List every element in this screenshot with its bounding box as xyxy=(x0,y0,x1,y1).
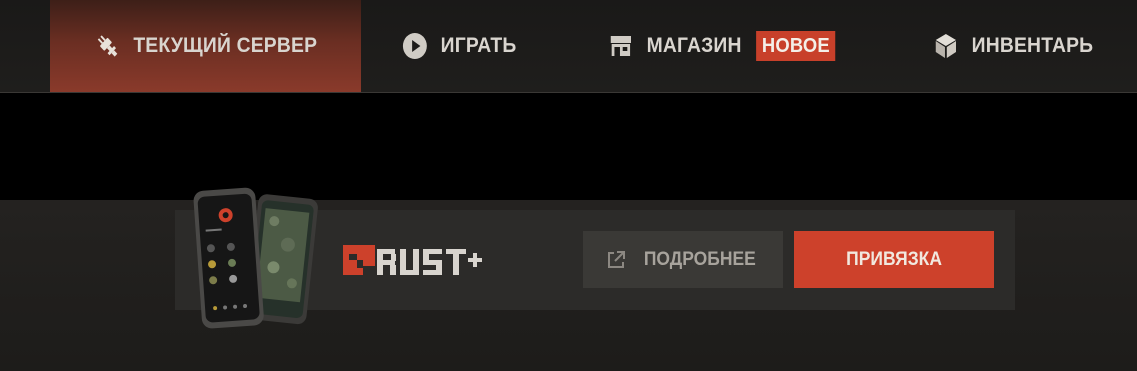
tab-inventory[interactable]: ИНВЕНТАРЬ xyxy=(933,0,1093,92)
content-banner-area xyxy=(0,93,1137,200)
store-icon xyxy=(608,32,634,60)
tab-play[interactable]: ИГРАТЬ xyxy=(402,0,516,92)
more-info-label: ПОДРОБНЕЕ xyxy=(644,248,756,270)
link-account-button[interactable]: ПРИВЯЗКА xyxy=(794,231,994,288)
tab-label: ТЕКУЩИЙ СЕРВЕР xyxy=(132,34,317,57)
rust-plus-logo xyxy=(343,244,498,280)
tab-label: МАГАЗИН xyxy=(646,34,742,57)
new-badge: НОВОЕ xyxy=(756,31,836,61)
tab-store[interactable]: МАГАЗИН НОВОЕ xyxy=(608,0,836,92)
tab-label: ИГРАТЬ xyxy=(440,34,517,57)
tab-current-server[interactable]: ТЕКУЩИЙ СЕРВЕР xyxy=(50,0,361,92)
external-link-icon xyxy=(605,249,627,271)
tab-label: ИНВЕНТАРЬ xyxy=(971,34,1094,57)
phones-image xyxy=(190,183,330,333)
link-account-label: ПРИВЯЗКА xyxy=(846,248,942,270)
plug-icon xyxy=(94,32,120,60)
top-navigation: ТЕКУЩИЙ СЕРВЕР ИГРАТЬ МАГАЗИН НОВОЕ ИНВЕ… xyxy=(0,0,1137,93)
more-info-button[interactable]: ПОДРОБНЕЕ xyxy=(583,231,783,288)
box-icon xyxy=(933,32,959,60)
play-icon xyxy=(402,32,428,60)
